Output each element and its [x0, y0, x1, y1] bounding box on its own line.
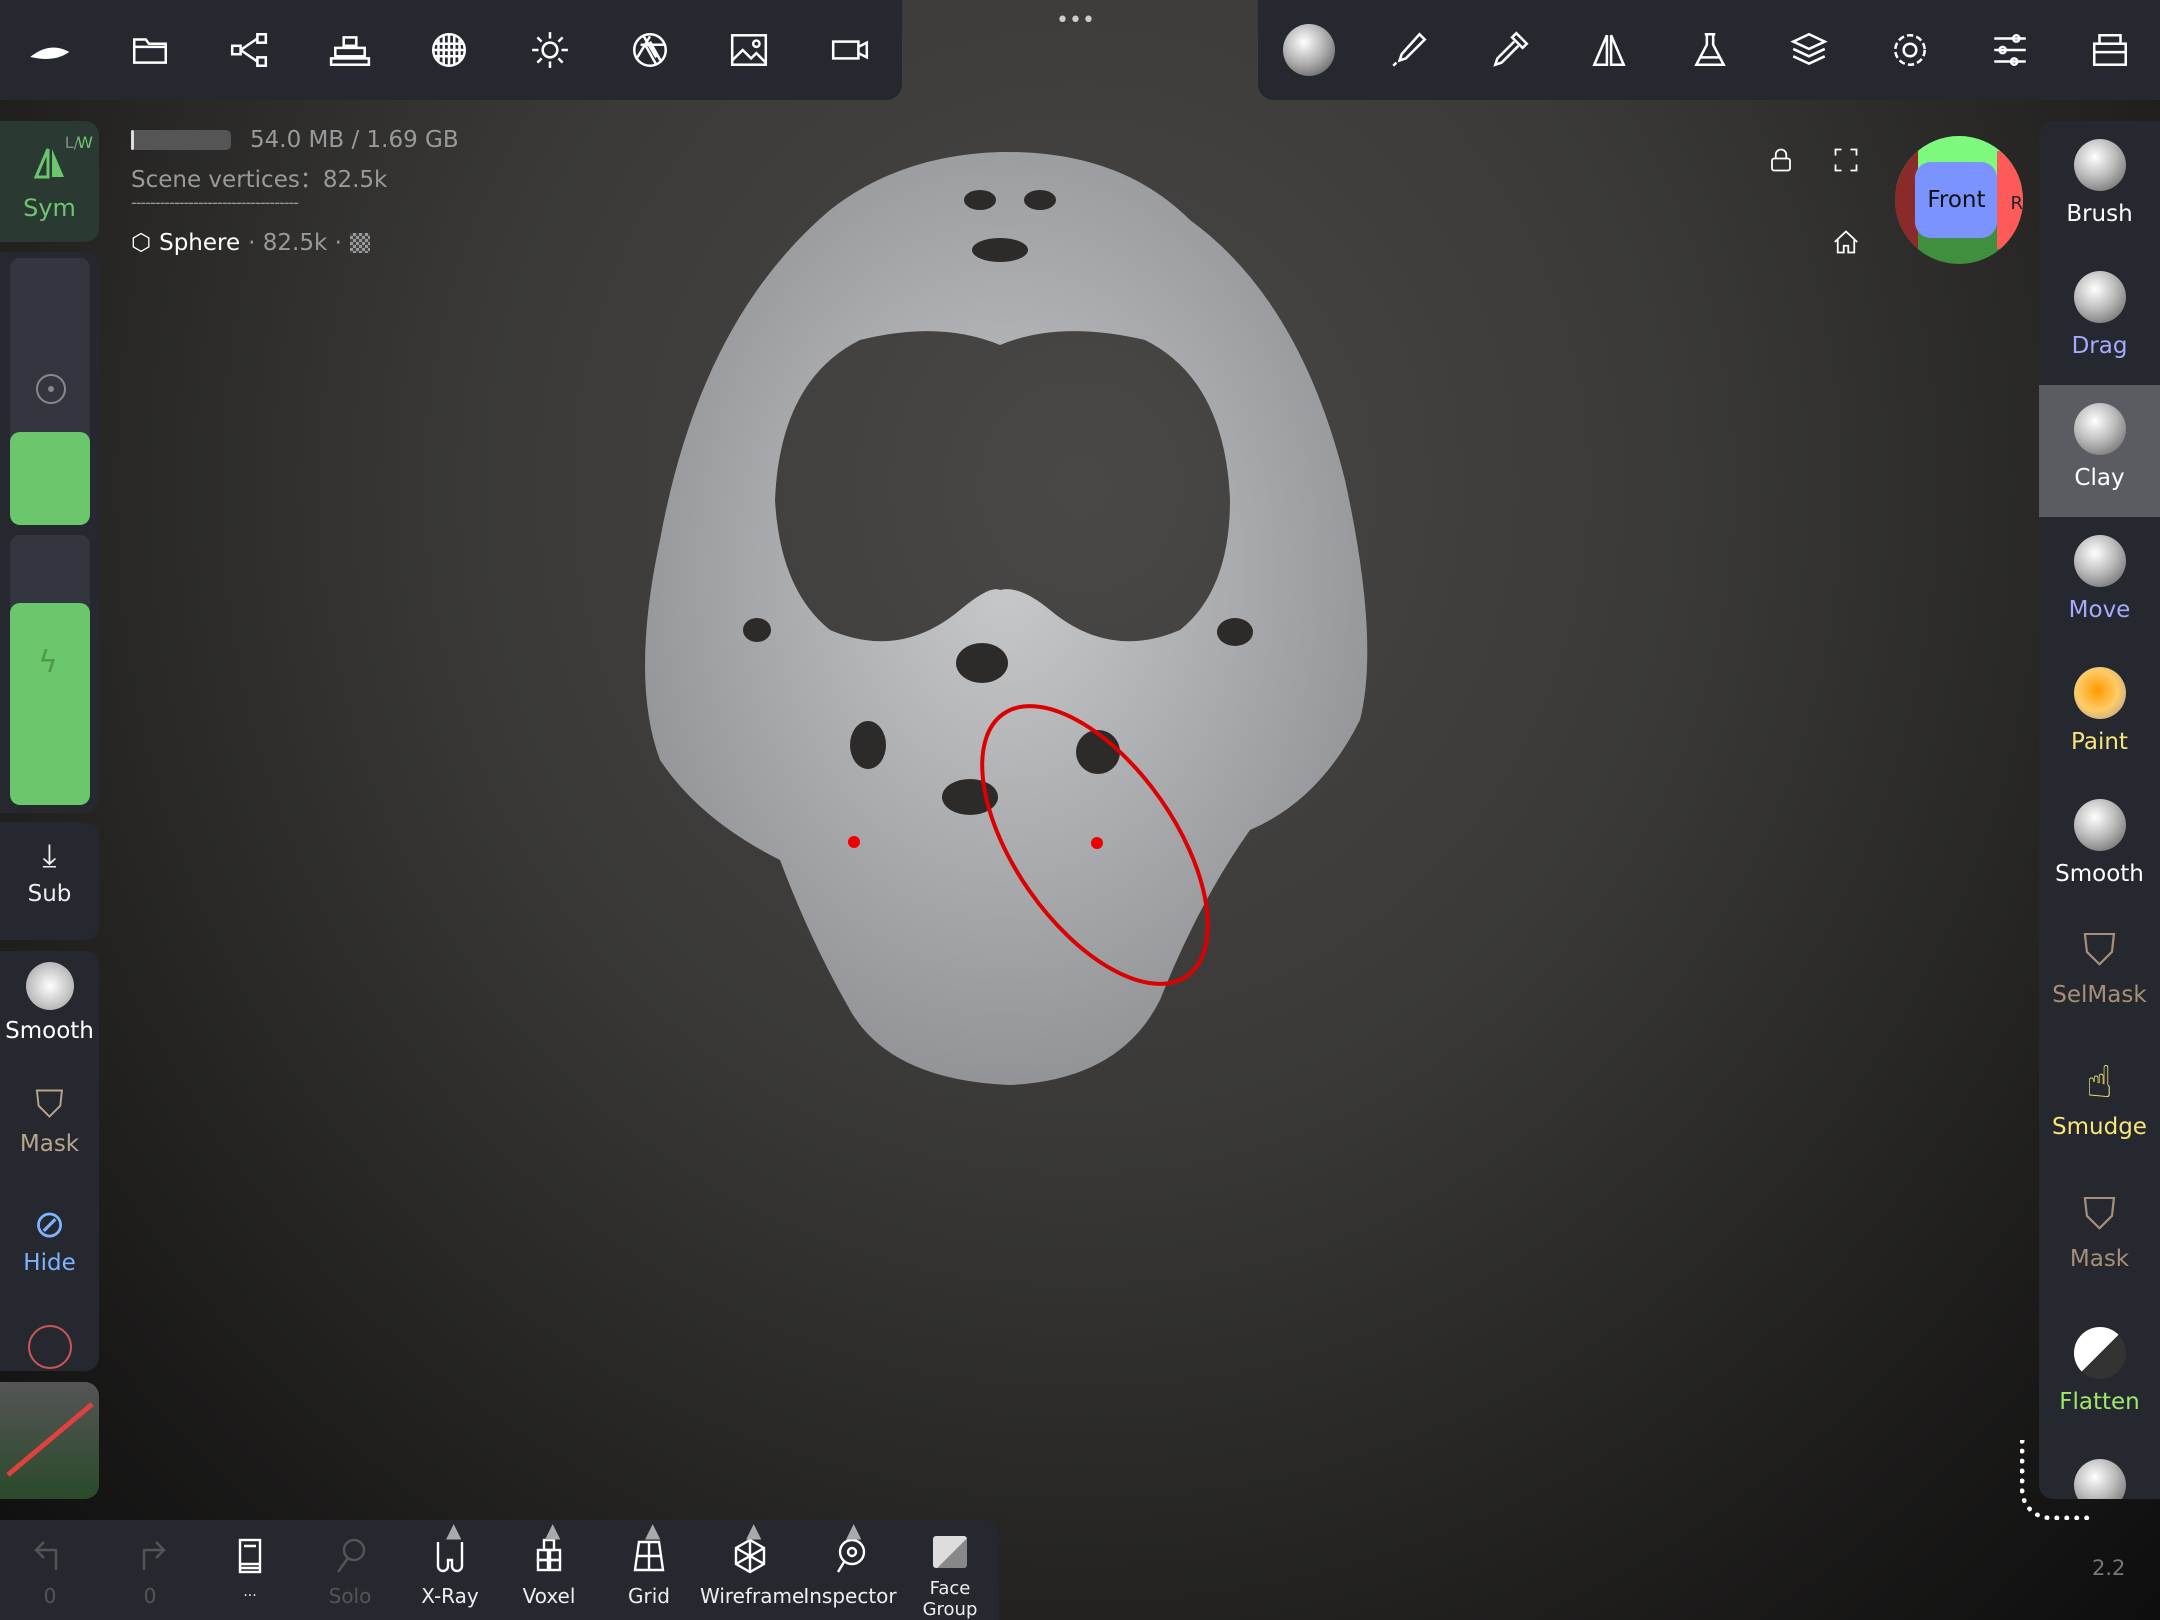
xray-label: X-Ray [421, 1584, 479, 1608]
tool-label: Smooth [5, 1018, 94, 1044]
intensity-slider-fill [10, 602, 90, 805]
move-icon [2073, 535, 2126, 587]
sym-label: Sym [23, 194, 76, 222]
face-group-label: Face Group [922, 1578, 978, 1620]
smooth-icon [25, 962, 74, 1010]
tool-selmask[interactable]: ⛉ SelMask [2039, 913, 2160, 1045]
mask-shield-icon: ⛉ [35, 1082, 64, 1126]
caret-icon: ▲ [645, 1518, 661, 1542]
tool-label: Paint [2071, 729, 2128, 755]
right-tool-panel: Brush Drag Clay Move Paint Smooth ⛉ SelMa… [2039, 121, 2160, 1499]
brush-icon [2073, 139, 2126, 191]
gizmo-tool-icon[interactable] [28, 1325, 72, 1369]
disabled-slash-icon [6, 1402, 94, 1477]
subdivide-button[interactable]: ⤓ Sub [0, 822, 99, 940]
tool-move[interactable]: Move [2039, 517, 2160, 649]
tool-label: Clay [2074, 465, 2125, 491]
face-group-icon [933, 1536, 967, 1568]
arrow-down-icon: ⤓ [42, 836, 57, 874]
history-button[interactable]: ... [200, 1520, 300, 1620]
matcap-thumbnail[interactable] [0, 1382, 99, 1499]
sculpt-mesh-viewport[interactable] [0, 0, 2160, 1620]
wireframe-icon [734, 1538, 766, 1574]
tool-mask[interactable]: ⛉ Mask [2039, 1177, 2160, 1309]
undo-button[interactable]: 0 [0, 1520, 100, 1620]
clay-icon [2073, 403, 2126, 455]
glasses-icon [436, 1542, 464, 1573]
version-label: 2.2 [2092, 1556, 2126, 1580]
tool-flatten[interactable]: Flatten [2039, 1309, 2160, 1441]
radius-slider-fill [10, 431, 90, 525]
left-tool-mask[interactable]: ⛉ Mask [0, 1082, 99, 1157]
search-icon [337, 1538, 366, 1573]
selmask-icon: ⛉ [2083, 925, 2116, 976]
brush-point-right [1091, 837, 1103, 849]
voxel-label: Voxel [522, 1584, 576, 1608]
wireframe-label: Wireframe [700, 1584, 805, 1608]
flatten-icon [2073, 1327, 2126, 1379]
hide-icon: ⊘ [33, 1202, 66, 1246]
tool-label: Mask [19, 1131, 80, 1157]
xray-button[interactable]: ▲ X-Ray [400, 1518, 500, 1620]
redo-count: 0 [143, 1584, 157, 1608]
tool-label: Smooth [2055, 861, 2144, 887]
tool-label: Smudge [2052, 1114, 2147, 1140]
grid-icon [633, 1540, 665, 1572]
tool-label: Drag [2071, 333, 2128, 359]
smooth-icon [2073, 799, 2126, 851]
undo-count: 0 [43, 1584, 57, 1608]
tool-clay[interactable]: Clay [2039, 385, 2160, 517]
solo-button[interactable]: Solo [300, 1520, 400, 1620]
undo-icon [34, 1541, 58, 1570]
inspector-label: Inspector [803, 1584, 897, 1608]
brush-point-left [848, 836, 860, 848]
tool-label: Flatten [2059, 1389, 2140, 1415]
history-more: ... [243, 1584, 257, 1600]
intensity-slider[interactable]: ϟ [10, 535, 90, 805]
left-tool-smooth[interactable]: Smooth [0, 962, 99, 1044]
redo-button[interactable]: 0 [100, 1520, 200, 1620]
symmetry-icon [33, 148, 64, 179]
tool-drag[interactable]: Drag [2039, 253, 2160, 385]
grid-button[interactable]: ▲ Grid [599, 1518, 699, 1620]
caret-icon: ▲ [446, 1518, 462, 1542]
inspector-eye-icon [836, 1538, 866, 1573]
sym-mode-w[interactable]: W [77, 133, 93, 152]
tool-paint[interactable]: Paint [2039, 649, 2160, 781]
history-icon [238, 1538, 262, 1574]
tool-label: Mask [2069, 1246, 2130, 1272]
grid-label: Grid [628, 1584, 670, 1608]
lightning-icon: ϟ [38, 645, 58, 680]
mask-icon: ⛉ [2083, 1189, 2116, 1240]
caret-icon: ▲ [746, 1518, 762, 1542]
redo-icon [142, 1541, 166, 1570]
tool-smooth[interactable]: Smooth [2039, 781, 2160, 913]
radius-target-icon [36, 374, 66, 404]
smudge-icon: ☝ [2086, 1057, 2113, 1108]
sub-label: Sub [27, 881, 72, 907]
left-tool-hide[interactable]: ⊘ Hide [0, 1202, 99, 1276]
cubes-icon [536, 1538, 562, 1572]
wireframe-button[interactable]: ▲ Wireframe [700, 1518, 805, 1620]
tool-smudge[interactable]: ☝ Smudge [2039, 1045, 2160, 1177]
caret-icon: ▲ [545, 1518, 561, 1542]
solo-label: Solo [328, 1584, 372, 1608]
inspector-button[interactable]: ▲ Inspector [800, 1518, 900, 1620]
voxel-button[interactable]: ▲ Voxel [499, 1518, 599, 1620]
tool-brush[interactable]: Brush [2039, 121, 2160, 253]
tool-label: Brush [2066, 201, 2133, 227]
symmetry-button[interactable]: L/ W Sym [0, 121, 99, 242]
drag-icon [2073, 271, 2126, 323]
paint-icon [2073, 667, 2126, 719]
tool-label: Move [2068, 597, 2131, 623]
radius-slider[interactable] [10, 258, 90, 525]
tool-label: Hide [23, 1250, 76, 1276]
tool-label: SelMask [2052, 982, 2147, 1008]
caret-icon: ▲ [846, 1518, 862, 1542]
panel-scroll-handle[interactable] [2020, 1440, 2090, 1520]
face-group-button[interactable]: Face Group [900, 1520, 1000, 1620]
